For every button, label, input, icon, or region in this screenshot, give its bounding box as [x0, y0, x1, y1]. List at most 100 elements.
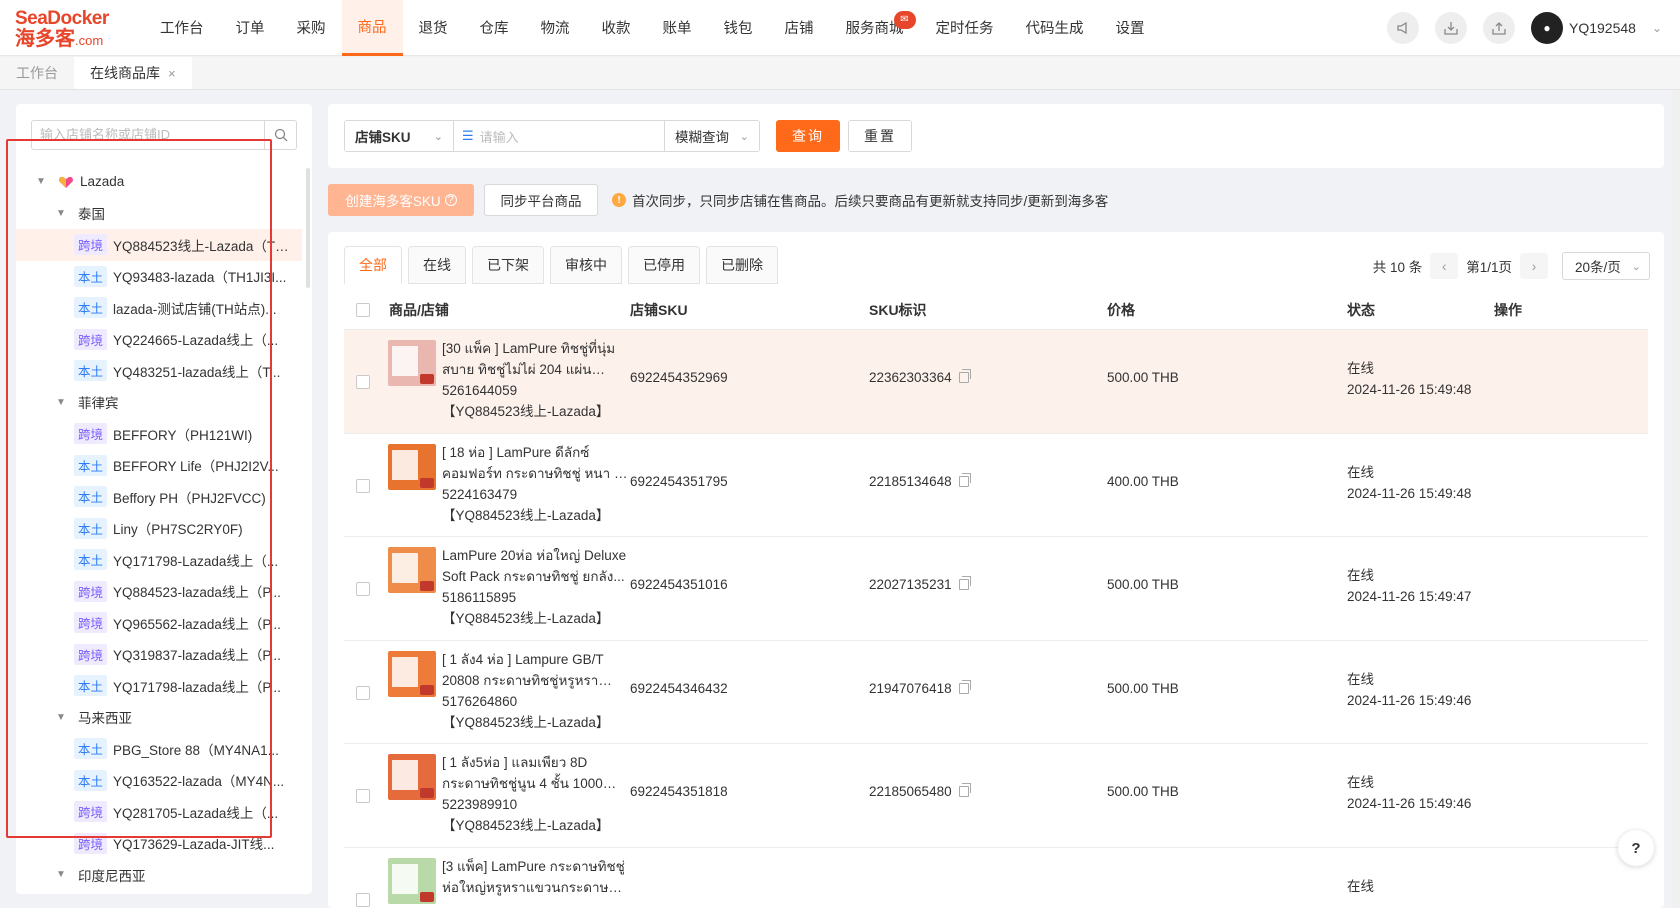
search-input[interactable]: ☰ 请输入	[453, 120, 665, 152]
nav-item-label: 工作台	[160, 21, 204, 37]
select-all-checkbox[interactable]	[356, 302, 370, 317]
copy-icon[interactable]	[958, 369, 971, 383]
table-row[interactable]: [ 18 ห่อ ] LamPure ดีลักซ์ คอมฟอร์ท กระด…	[344, 434, 1648, 537]
nav-item[interactable]: 物流	[525, 0, 586, 56]
nav-item-label: 账单	[662, 21, 692, 37]
status-time: 2024-11-26 15:49:46	[1347, 692, 1472, 708]
help-button[interactable]: ?	[1618, 830, 1654, 866]
list-icon[interactable]: ☰	[462, 128, 474, 144]
table-row[interactable]: [30 แพ็ค ] LamPure ทิชชู่ที่นุ่มสบาย ทิช…	[344, 330, 1648, 434]
reset-button[interactable]: 重置	[848, 120, 912, 152]
logo-chinese: 海多客	[15, 27, 75, 50]
product-thumbnail[interactable]	[388, 754, 436, 800]
chevron-down-icon[interactable]: ⌄	[1652, 21, 1662, 35]
row-checkbox[interactable]	[356, 685, 370, 700]
nav-item[interactable]: 服务商城 ✉	[830, 0, 920, 56]
copy-icon[interactable]	[958, 472, 971, 487]
product-thumbnail[interactable]	[388, 857, 436, 904]
row-checkbox[interactable]	[356, 789, 370, 803]
product-thumbnail[interactable]	[388, 650, 436, 697]
status-tab[interactable]: 全部	[344, 246, 402, 284]
shop-sku: 6922454351016	[630, 577, 728, 592]
table-row[interactable]: [ 1 ลัง4 ห่อ ] Lampure GB/T 20808 กระดาษ…	[344, 641, 1648, 744]
status-tab[interactable]: 已删除	[706, 246, 778, 284]
username[interactable]: YQ192548	[1569, 20, 1636, 36]
nav-item-label: 退货	[418, 21, 448, 37]
nav-item-label: 店铺	[784, 21, 814, 37]
nav-item[interactable]: 工作台	[144, 0, 220, 56]
nav-item[interactable]: 定时任务	[920, 0, 1010, 56]
chevron-down-icon: ⌄	[739, 130, 749, 143]
download-icon[interactable]	[1434, 12, 1467, 44]
tab-workbench[interactable]: 工作台	[0, 57, 74, 89]
sync-products-button[interactable]: 同步平台商品	[484, 184, 598, 216]
page-size-select[interactable]: 20条/页 ⌄	[1562, 252, 1650, 280]
table-row[interactable]: LamPure 20ห่อ ห่อใหญ่ Deluxe Soft Pack ก…	[344, 537, 1648, 641]
product-item-id: 5176264860	[442, 693, 518, 709]
product-info: LamPure 20ห่อ ห่อใหญ่ Deluxe Soft Pack ก…	[442, 545, 628, 629]
product-title[interactable]: [3 แพ็ค] LamPure กระดาษทิชชู่ห่อใหญ่หรูห…	[442, 856, 628, 898]
status-tab[interactable]: 已下架	[472, 246, 544, 284]
nav-item[interactable]: 收款	[586, 0, 647, 56]
status-tab[interactable]: 审核中	[550, 246, 622, 284]
product-title[interactable]: [30 แพ็ค ] LamPure ทิชชู่ที่นุ่มสบาย ทิช…	[442, 338, 628, 380]
logo-wordmark: SeaDocker	[15, 7, 109, 29]
logo[interactable]: SeaDocker 海多客.com	[0, 0, 140, 56]
product-title[interactable]: [ 1 ลัง5ห่อ ] แลมเพียว 8D กระดาษทิชชู่นู…	[442, 752, 628, 794]
row-checkbox[interactable]	[356, 582, 370, 596]
table-row[interactable]: [ 1 ลัง5ห่อ ] แลมเพียว 8D กระดาษทิชชู่นู…	[344, 744, 1648, 848]
status-cell: 在线 2024-11-26 15:49:48	[1347, 358, 1471, 400]
status-text: 在线	[1347, 775, 1374, 790]
status-cell: 在线 2024-11-26 15:49:46	[1347, 669, 1471, 711]
row-checkbox[interactable]	[356, 375, 370, 389]
product-title[interactable]: [ 18 ห่อ ] LamPure ดีลักซ์ คอมฟอร์ท กระด…	[442, 442, 628, 484]
query-button[interactable]: 查询	[776, 120, 840, 152]
upload-icon[interactable]	[1482, 12, 1515, 44]
nav-item[interactable]: 代码生成	[1010, 0, 1100, 56]
next-page-icon[interactable]: ›	[1520, 253, 1548, 279]
nav-item[interactable]: 订单	[220, 0, 281, 56]
caret-down-icon[interactable]: ▼	[56, 869, 72, 880]
status-tab[interactable]: 已停用	[628, 246, 700, 284]
product-title[interactable]: LamPure 20ห่อ ห่อใหญ่ Deluxe Soft Pack ก…	[442, 545, 628, 587]
sku-id-value: 22027135231	[869, 577, 952, 592]
product-table: 全部 在线 已下架 审核中 已停用 已删除 共 10 条 ‹ 第1/1页 › 20条/页 ⌄…	[328, 232, 1664, 908]
match-mode-select[interactable]: 模糊查询 ⌄	[664, 120, 760, 152]
announcement-icon[interactable]	[1386, 12, 1419, 44]
product-thumbnail[interactable]	[388, 547, 436, 593]
product-thumbnail[interactable]	[388, 340, 436, 386]
total-count: 共 10 条	[1372, 260, 1423, 275]
chevron-down-icon: ⌄	[433, 130, 443, 143]
tree-node-country[interactable]: ▼ 印度尼西亚	[16, 859, 302, 891]
row-checkbox[interactable]	[356, 478, 370, 493]
copy-icon[interactable]	[958, 576, 971, 590]
sku-id-value: 22185065480	[869, 784, 952, 799]
nav-item[interactable]: 钱包	[708, 0, 769, 56]
nav-item[interactable]: 采购	[281, 0, 342, 56]
status-tab[interactable]: 在线	[408, 246, 466, 284]
nav-item[interactable]: 账单	[647, 0, 708, 56]
avatar[interactable]: ●	[1530, 12, 1563, 44]
search-field-select[interactable]: 店铺SKU ⌄	[344, 120, 454, 152]
product-title[interactable]: [ 1 ลัง4 ห่อ ] Lampure GB/T 20808 กระดาษ…	[442, 649, 628, 691]
row-checkbox[interactable]	[356, 892, 370, 907]
create-sku-button[interactable]: 创建海多客SKU?	[328, 184, 474, 216]
status-text: 在线	[1347, 878, 1374, 894]
nav-item[interactable]: 仓库	[464, 0, 525, 56]
product-thumbnail[interactable]	[388, 443, 436, 490]
nav-item[interactable]: 店铺	[769, 0, 830, 56]
price: 400.00 THB	[1107, 473, 1179, 489]
page-scrollbar[interactable]	[1672, 90, 1680, 908]
close-icon[interactable]: ×	[168, 66, 176, 81]
action-row: 创建海多客SKU? 同步平台商品 ! 首次同步，只同步店铺在售商品。后续只要商品有…	[328, 184, 1108, 216]
copy-icon[interactable]	[958, 783, 971, 797]
tree-scrollbar[interactable]	[306, 168, 310, 288]
copy-icon[interactable]	[958, 679, 971, 694]
nav-item[interactable]: 设置	[1100, 0, 1161, 56]
nav-item[interactable]: 退货	[403, 0, 464, 56]
table-row[interactable]: [3 แพ็ค] LamPure กระดาษทิชชู่ห่อใหญ่หรูห…	[344, 848, 1648, 908]
tab-online-products[interactable]: 在线商品库 ×	[74, 57, 192, 89]
shop-sku: 6922454351818	[630, 784, 728, 799]
nav-item[interactable]: 商品	[341, 0, 403, 56]
prev-page-icon[interactable]: ‹	[1430, 253, 1459, 279]
